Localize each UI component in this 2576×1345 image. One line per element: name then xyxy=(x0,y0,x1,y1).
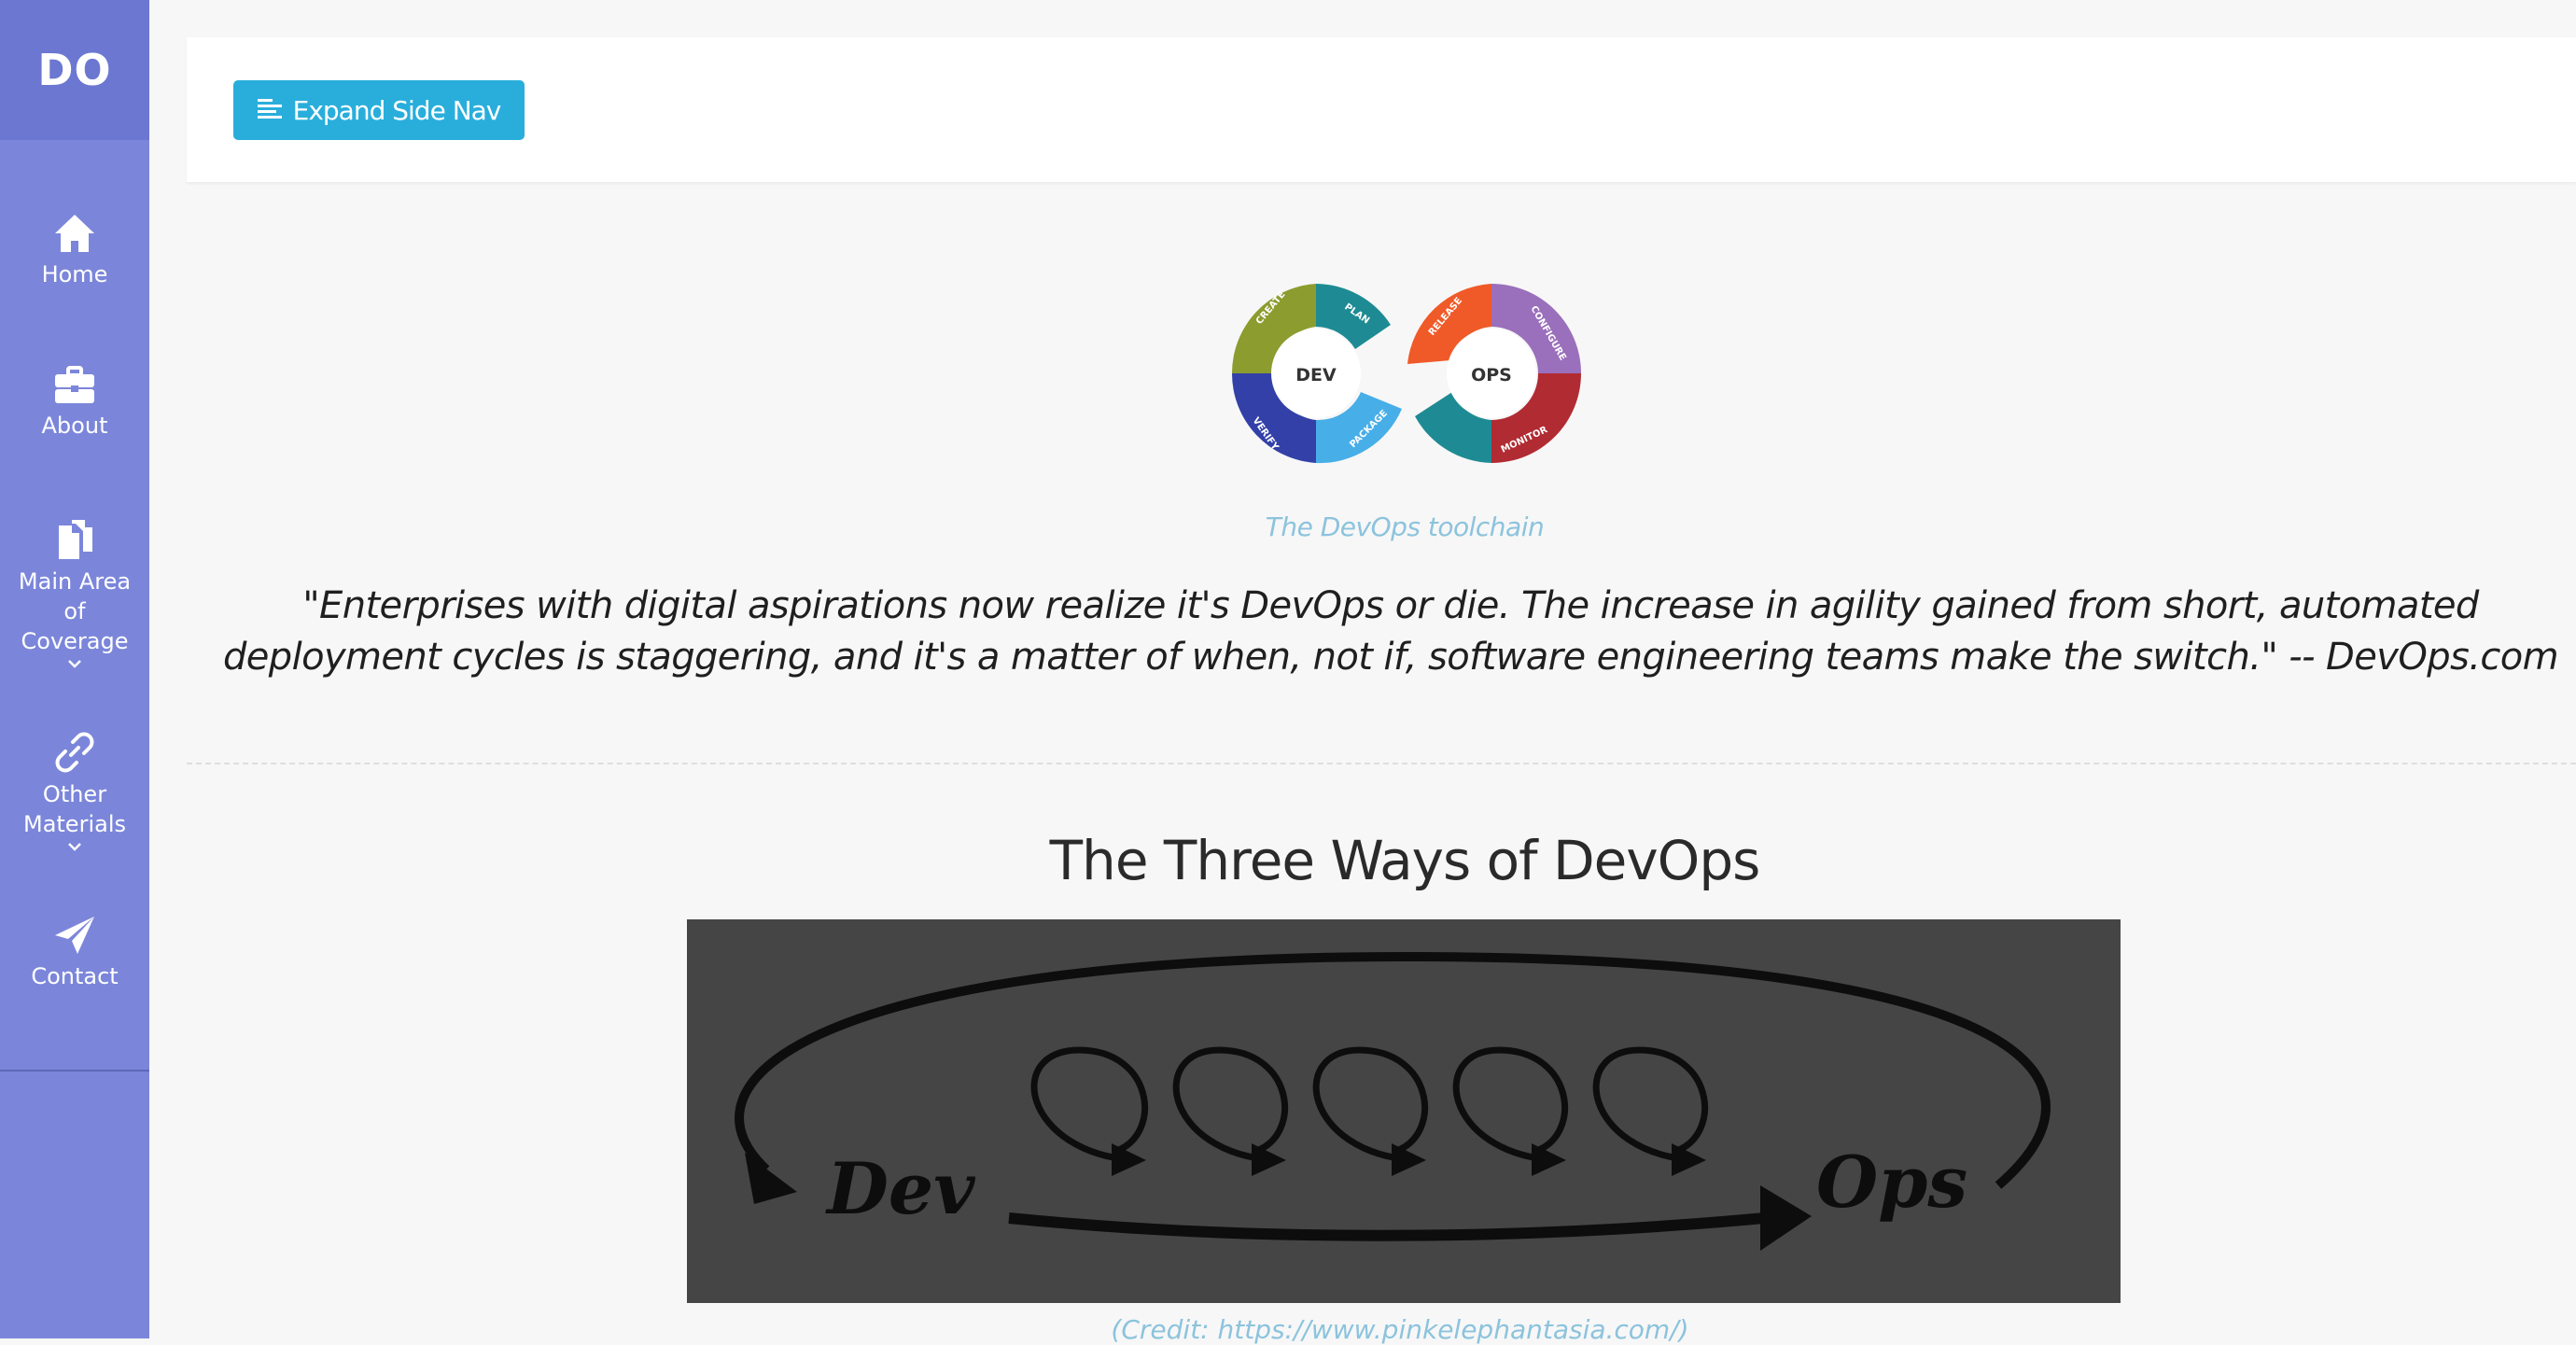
sidebar-item-label-line3: Coverage xyxy=(21,628,129,654)
dev-label: DEV xyxy=(1295,365,1337,385)
chevron-down-icon xyxy=(68,660,81,668)
brand-logo[interactable]: DO xyxy=(0,0,149,140)
sidebar-item-label-line2: Materials xyxy=(22,811,126,837)
sidebar-item-home[interactable]: Home xyxy=(0,213,149,289)
image-credit-link[interactable]: (Credit: https://www.pinkelephantasia.co… xyxy=(1027,1314,1773,1345)
ops-label: OPS xyxy=(1471,365,1512,385)
paper-plane-icon xyxy=(55,917,94,954)
section-divider xyxy=(187,763,2576,764)
documents-icon xyxy=(59,520,92,559)
briefcase-icon xyxy=(55,366,94,403)
devops-quote: "Enterprises with digital aspirations no… xyxy=(205,581,2576,683)
sidebar-item-label: Home xyxy=(41,261,108,287)
toolchain-caption: The DevOps toolchain xyxy=(1265,511,1545,542)
link-icon xyxy=(55,732,94,773)
dev-label-image: Dev xyxy=(825,1147,975,1230)
sidebar-item-label-line1: Other xyxy=(42,781,107,807)
chevron-down-icon xyxy=(68,843,81,851)
sidebar-divider xyxy=(0,1070,149,1072)
brand-text: DO xyxy=(37,45,112,95)
sidebar-item-label-line2: of xyxy=(63,598,86,624)
side-nav: DO Home About Main Area of Coverage Othe… xyxy=(0,0,149,1338)
top-bar: Expand Side Nav xyxy=(187,37,2576,182)
sidebar-item-about[interactable]: About xyxy=(0,366,149,441)
three-ways-of-devops-image: Dev Ops xyxy=(687,919,2121,1303)
expand-side-nav-button[interactable]: Expand Side Nav xyxy=(233,80,525,140)
align-left-icon xyxy=(257,99,282,119)
quote-line-2: deployment cycles is staggering, and it'… xyxy=(223,636,2559,679)
ops-label-image: Ops xyxy=(1816,1141,1967,1224)
quote-line-1: "Enterprises with digital aspirations no… xyxy=(302,584,2479,627)
sidebar-item-main-area-of-coverage[interactable]: Main Area of Coverage xyxy=(0,518,149,675)
devops-toolchain-logo: DEV OPS CREATE PLAN RELEASE CONFIGURE MO… xyxy=(1231,284,1581,464)
sidebar-item-label-line1: Main Area xyxy=(18,568,132,595)
sidebar-item-label: Contact xyxy=(31,963,119,989)
home-icon xyxy=(55,215,94,252)
sidebar-item-contact[interactable]: Contact xyxy=(0,915,149,991)
sidebar-item-other-materials[interactable]: Other Materials xyxy=(0,731,149,858)
section-heading: The Three Ways of DevOps xyxy=(1049,829,1761,892)
sidebar-item-label: About xyxy=(41,413,108,439)
expand-button-label: Expand Side Nav xyxy=(292,94,502,126)
